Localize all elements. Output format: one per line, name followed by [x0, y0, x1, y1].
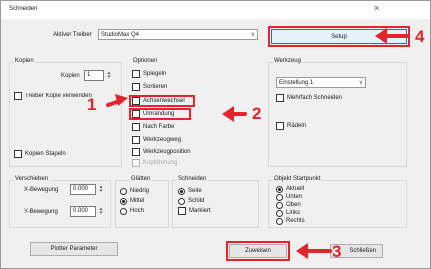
arrow-3-head: [296, 243, 308, 259]
annotation-number-1: 1: [87, 95, 97, 114]
annotation-number-3: 3: [332, 242, 342, 261]
arrow-1-head: [115, 94, 128, 106]
arrow-2-head: [222, 106, 234, 122]
arrow-4-head: [375, 28, 387, 44]
annotation-number-4: 4: [415, 27, 425, 46]
annotation-arrows: [106, 28, 409, 259]
annotation-number-2: 2: [252, 104, 262, 123]
